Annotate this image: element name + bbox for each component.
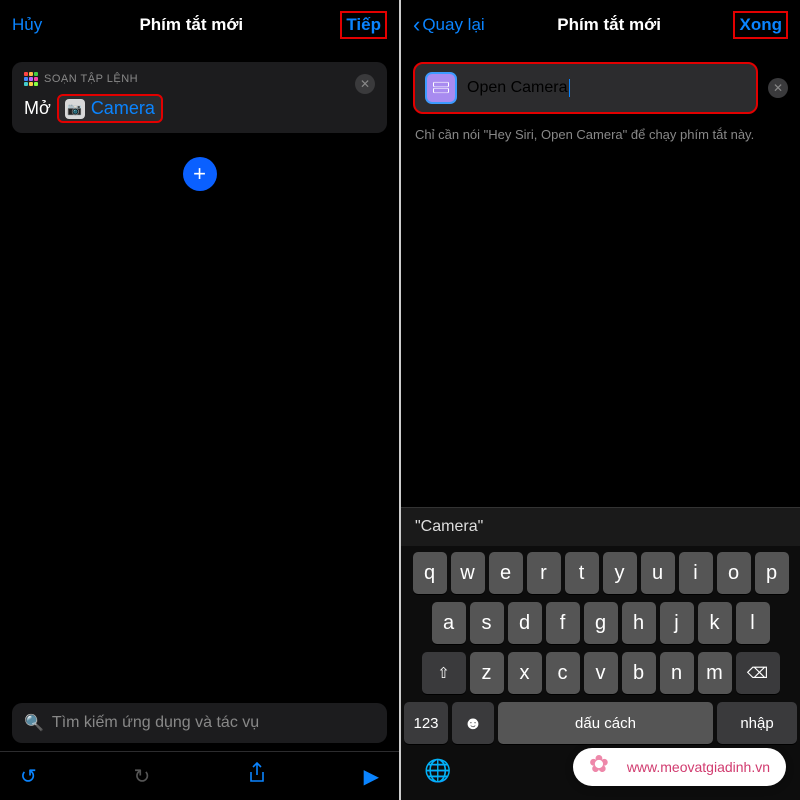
- key-p[interactable]: p: [755, 552, 789, 594]
- key-a[interactable]: a: [432, 602, 466, 644]
- action-card: SOẠN TẬP LỆNH ✕ Mở 📷 Camera: [12, 62, 387, 133]
- open-verb: Mở: [24, 98, 51, 119]
- suggestion-bar: "Camera": [401, 508, 800, 546]
- key-j[interactable]: j: [660, 602, 694, 644]
- key-z[interactable]: z: [470, 652, 504, 694]
- back-button[interactable]: ‹ Quay lại: [413, 12, 485, 38]
- next-button[interactable]: Tiếp: [340, 11, 387, 39]
- search-placeholder: Tìm kiếm ứng dụng và tác vụ: [52, 714, 259, 732]
- key-o[interactable]: o: [717, 552, 751, 594]
- phone-left: Hủy Phím tắt mới Tiếp SOẠN TẬP LỆNH ✕ Mở…: [0, 0, 399, 800]
- toolbar: ↺ ↻ ▶: [0, 751, 399, 800]
- hint-text: Chỉ cần nói "Hey Siri, Open Camera" để c…: [415, 126, 786, 144]
- key-f[interactable]: f: [546, 602, 580, 644]
- undo-icon[interactable]: ↺: [20, 764, 37, 789]
- suggestion-item[interactable]: "Camera": [415, 518, 483, 535]
- add-action-button[interactable]: +: [183, 157, 217, 191]
- space-key[interactable]: dấu cách: [498, 702, 713, 744]
- watermark: www.meovatgiadinh.vn: [573, 748, 786, 786]
- app-name: Camera: [91, 98, 155, 119]
- key-v[interactable]: v: [584, 652, 618, 694]
- key-b[interactable]: b: [622, 652, 656, 694]
- phone-right: ‹ Quay lại Phím tắt mới Xong Open Camera…: [401, 0, 800, 800]
- kb-row-2: asdfghjkl: [404, 602, 797, 644]
- scripting-icon: [24, 72, 38, 86]
- key-i[interactable]: i: [679, 552, 713, 594]
- close-icon[interactable]: ✕: [355, 74, 375, 94]
- cancel-button[interactable]: Hủy: [12, 15, 42, 35]
- backspace-key[interactable]: ⌫: [736, 652, 780, 694]
- key-t[interactable]: t: [565, 552, 599, 594]
- back-label: Quay lại: [422, 15, 484, 35]
- key-q[interactable]: q: [413, 552, 447, 594]
- key-l[interactable]: l: [736, 602, 770, 644]
- layers-icon: [433, 80, 449, 96]
- done-button[interactable]: Xong: [733, 11, 788, 39]
- header-left: Hủy Phím tắt mới Tiếp: [0, 0, 399, 50]
- key-k[interactable]: k: [698, 602, 732, 644]
- shortcut-icon[interactable]: [425, 72, 457, 104]
- key-r[interactable]: r: [527, 552, 561, 594]
- camera-app-icon: 📷: [65, 99, 85, 119]
- key-e[interactable]: e: [489, 552, 523, 594]
- clear-icon[interactable]: ✕: [768, 78, 788, 98]
- key-s[interactable]: s: [470, 602, 504, 644]
- shortcut-name-field[interactable]: Open Camera: [413, 62, 758, 114]
- app-chip[interactable]: 📷 Camera: [57, 94, 163, 123]
- shift-key[interactable]: ⇧: [422, 652, 466, 694]
- share-icon[interactable]: [247, 762, 267, 790]
- key-g[interactable]: g: [584, 602, 618, 644]
- page-title-right: Phím tắt mới: [557, 15, 661, 35]
- kb-row-1: qwertyuiop: [404, 552, 797, 594]
- key-c[interactable]: c: [546, 652, 580, 694]
- emoji-key[interactable]: ☻: [452, 702, 494, 744]
- key-d[interactable]: d: [508, 602, 542, 644]
- open-app-row: Mở 📷 Camera: [24, 94, 375, 123]
- key-h[interactable]: h: [622, 602, 656, 644]
- chevron-left-icon: ‹: [413, 12, 420, 38]
- card-label-text: SOẠN TẬP LỆNH: [44, 73, 138, 85]
- search-icon: 🔍: [24, 713, 44, 733]
- key-n[interactable]: n: [660, 652, 694, 694]
- numbers-key[interactable]: 123: [404, 702, 448, 744]
- card-label: SOẠN TẬP LỆNH: [24, 72, 375, 86]
- header-right: ‹ Quay lại Phím tắt mới Xong: [401, 0, 800, 50]
- lotus-icon: [589, 754, 619, 780]
- key-x[interactable]: x: [508, 652, 542, 694]
- watermark-text: www.meovatgiadinh.vn: [627, 759, 770, 775]
- key-u[interactable]: u: [641, 552, 675, 594]
- kb-row-3: ⇧ zxcvbnm ⌫: [404, 652, 797, 694]
- shortcut-name-text: Open Camera: [467, 79, 570, 97]
- key-w[interactable]: w: [451, 552, 485, 594]
- page-title-left: Phím tắt mới: [139, 15, 243, 35]
- kb-row-4: 123 ☻ dấu cách nhập: [404, 702, 797, 744]
- shortcut-name-row: Open Camera ✕: [413, 62, 788, 114]
- globe-icon[interactable]: 🌐: [424, 758, 451, 784]
- redo-icon: ↻: [133, 764, 150, 789]
- return-key[interactable]: nhập: [717, 702, 797, 744]
- key-m[interactable]: m: [698, 652, 732, 694]
- key-y[interactable]: y: [603, 552, 637, 594]
- play-icon[interactable]: ▶: [364, 764, 379, 789]
- search-bar[interactable]: 🔍 Tìm kiếm ứng dụng và tác vụ: [12, 703, 387, 743]
